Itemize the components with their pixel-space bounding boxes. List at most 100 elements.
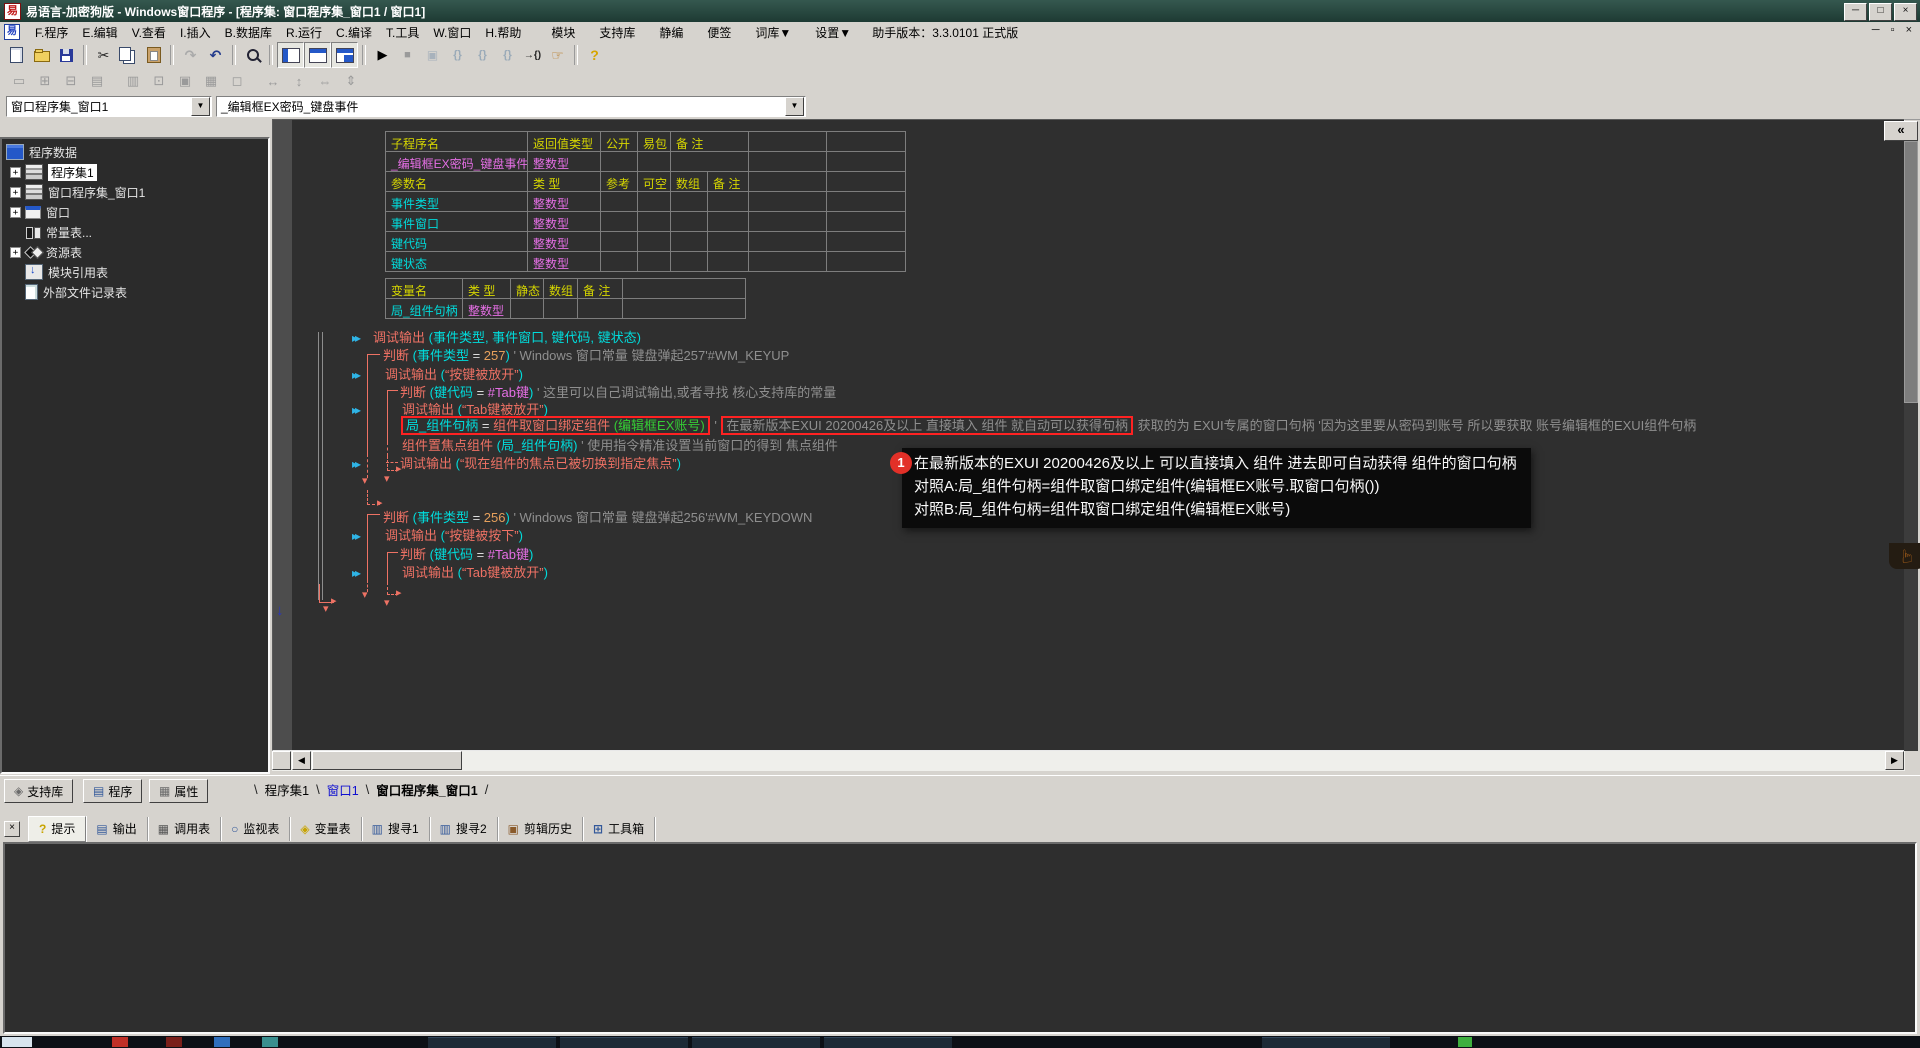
expand-icon[interactable]: + (10, 166, 21, 178)
align-bottom-button[interactable]: ▥ (120, 70, 146, 92)
table-cell[interactable] (671, 192, 708, 212)
table-cell[interactable]: 事件类型 (386, 192, 528, 212)
stop-button[interactable]: ■ (395, 43, 420, 67)
table-cell[interactable] (671, 212, 708, 232)
table-cell[interactable] (827, 152, 906, 172)
panel-tab-2[interactable]: ▤ 程序 (83, 779, 143, 803)
menu-item-7[interactable]: C.编译 (329, 22, 379, 43)
table-cell[interactable] (638, 212, 671, 232)
run-button[interactable]: ▶ (370, 43, 395, 67)
output-tab-1[interactable]: ? 提示 (28, 815, 87, 842)
file-tab-3[interactable]: 窗口程序集_窗口1 (373, 780, 480, 799)
panel-tab-3[interactable]: ▦ 属性 (149, 779, 209, 803)
output-panel[interactable] (3, 842, 1917, 1034)
hand-tool-icon[interactable]: ☞ (1889, 543, 1920, 569)
minimize-button[interactable]: ─ (1844, 3, 1867, 21)
table-cell[interactable] (749, 152, 827, 172)
space-v-button[interactable]: ↕ (286, 70, 312, 92)
taskbar-icon[interactable] (262, 1037, 278, 1047)
class-combo[interactable]: 窗口程序集_窗口1 ▼ (6, 96, 212, 117)
code-line-9[interactable]: 判断 (事件类型 = 256) ' Windows 窗口常量 键盘弹起256'#… (383, 510, 812, 526)
code-line-7[interactable]: 组件置焦点组件 (局_组件句柄) ' 使用指令精准设置当前窗口的得到 焦点组件 (402, 438, 838, 454)
method-combo[interactable]: _编辑框EX密码_键盘事件 ▼ (216, 96, 806, 117)
taskbar-window-button[interactable] (824, 1037, 952, 1048)
table-cell[interactable] (749, 212, 827, 232)
output-tab-9[interactable]: ⊞ 工具箱 (583, 816, 656, 841)
scroll-left-icon[interactable]: ◀ (292, 751, 311, 770)
chevron-down-icon[interactable]: ▼ (785, 97, 804, 116)
layout-left-button[interactable] (277, 42, 304, 68)
code-line-11[interactable]: 判断 (键代码 = #Tab键) (400, 547, 533, 563)
cut-button[interactable]: ✂ (91, 43, 116, 67)
horizontal-scrollbar[interactable] (272, 751, 1905, 771)
table-cell[interactable]: 键状态 (386, 252, 528, 272)
table-cell[interactable] (638, 252, 671, 272)
align-top-button[interactable]: ▤ (84, 70, 110, 92)
menu-item-8[interactable]: T.工具 (379, 22, 426, 43)
fit-width-button[interactable]: ⇔ (312, 70, 338, 92)
layout-top-button[interactable] (304, 42, 331, 68)
code-line-3[interactable]: 调试输出 (“按键被放开”) (385, 367, 523, 383)
panel-tab-1[interactable]: ◈ 支持库 (4, 779, 74, 803)
table-cell[interactable] (827, 212, 906, 232)
code-line-6[interactable]: 局_组件句柄 = 组件取窗口绑定组件 (编辑框EX账号) ' 在最新版本EXUI… (400, 416, 1696, 435)
form-designer-button[interactable]: ▭ (6, 70, 32, 92)
open-file-button[interactable] (29, 43, 54, 67)
output-tab-4[interactable]: ○ 监视表 (221, 816, 291, 841)
output-close-button[interactable]: × (4, 820, 20, 837)
output-tab-2[interactable]: ▤ 输出 (86, 816, 148, 841)
table-cell[interactable] (749, 132, 827, 152)
scroll-right-icon[interactable]: ▶ (1885, 751, 1904, 770)
table-cell[interactable] (638, 232, 671, 252)
menu-item-4[interactable]: I.插入 (173, 22, 218, 43)
breakpoint-marker-icon[interactable]: ▸▸ (352, 457, 361, 471)
step-into-button[interactable]: →{) (520, 43, 545, 67)
close-button[interactable]: × (1894, 3, 1917, 21)
table-cell[interactable] (749, 192, 827, 212)
table-cell[interactable] (749, 172, 827, 192)
taskbar-window-button[interactable] (692, 1037, 820, 1048)
file-tab-1[interactable]: 程序集1 (262, 780, 312, 799)
collapse-panel-button[interactable]: « (1884, 121, 1918, 141)
menu-item-14[interactable]: 便签 (700, 22, 738, 43)
breakpoint-marker-icon[interactable]: ▸▸ (352, 529, 361, 543)
table-cell[interactable] (511, 299, 544, 319)
output-tab-7[interactable]: ▥ 搜寻2 (430, 816, 498, 841)
table-cell[interactable] (638, 152, 671, 172)
table-cell[interactable]: 事件窗口 (386, 212, 528, 232)
tree-item-5[interactable]: + 资源表 (2, 242, 268, 262)
menu-item-10[interactable]: H.帮助 (478, 22, 528, 43)
paste-button[interactable] (141, 43, 166, 67)
scrollbar-blank-button[interactable] (272, 751, 291, 770)
code-line-1[interactable]: 调试输出 (事件类型, 事件窗口, 键代码, 键状态) (373, 330, 641, 346)
code-line-10[interactable]: 调试输出 (“按键被按下”) (385, 528, 523, 544)
taskbar-icon[interactable] (214, 1037, 230, 1047)
tree-item-6[interactable]: 模块引用表 (2, 262, 268, 282)
table-cell[interactable] (749, 252, 827, 272)
center-v-button[interactable]: ▣ (172, 70, 198, 92)
layout-grid-button[interactable] (331, 42, 358, 68)
breakpoint-marker-icon[interactable]: ▸▸ (352, 368, 361, 382)
table-cell[interactable] (544, 299, 578, 319)
table-cell[interactable] (827, 232, 906, 252)
align-edges-button[interactable]: ▦ (198, 70, 224, 92)
table-cell[interactable] (827, 252, 906, 272)
table-cell[interactable]: 键代码 (386, 232, 528, 252)
table-cell[interactable] (708, 212, 749, 232)
table-cell[interactable]: 局_组件句柄 (386, 299, 463, 319)
same-size-button[interactable]: ◻ (224, 70, 250, 92)
menu-item-11[interactable]: 模块 (544, 22, 582, 43)
tree-item-2[interactable]: + 窗口程序集_窗口1 (2, 182, 268, 202)
file-tab-2[interactable]: 窗口1 (324, 780, 362, 799)
expand-icon[interactable]: + (10, 246, 21, 258)
table-cell[interactable] (671, 152, 749, 172)
chevron-down-icon[interactable]: ▼ (191, 97, 210, 116)
table-cell[interactable]: 整数型 (463, 299, 511, 319)
table-cell[interactable] (827, 192, 906, 212)
new-file-button[interactable] (4, 43, 29, 67)
mdi-window-controls[interactable]: ─ ▫ × (1872, 24, 1916, 36)
taskbar-window-button[interactable] (1262, 1037, 1390, 1048)
table-cell[interactable] (638, 192, 671, 212)
save-button[interactable] (54, 43, 79, 67)
table-cell[interactable]: 整数型 (528, 232, 601, 252)
